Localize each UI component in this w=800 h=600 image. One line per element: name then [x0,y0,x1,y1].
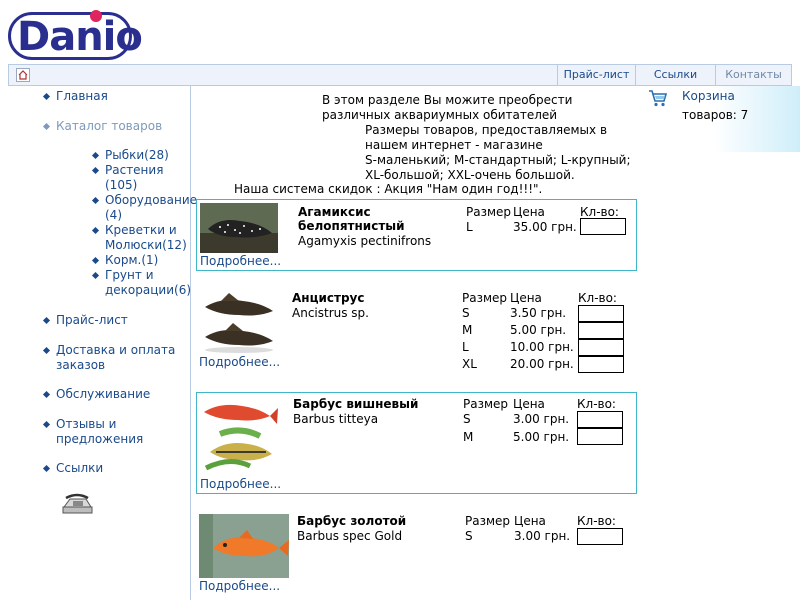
catalog-sub-food[interactable]: Корм.(1) [91,253,191,268]
product-more-link[interactable]: Подробнее... [199,355,280,369]
menu-item-feedback[interactable]: Отзывы и предложения [42,417,154,447]
qty-header: Кл-во: [577,397,616,411]
price-cell: 3.00 грн. [514,529,571,543]
phone-icon [60,493,94,518]
size-cell: S [462,306,470,320]
topnav-price-list[interactable]: Прайс-лист [557,65,635,85]
product-image[interactable] [200,203,278,253]
price-header: Цена [514,514,546,528]
price-cell: 3.00 грн. [513,412,570,426]
product-more-link[interactable]: Подробнее... [199,579,280,593]
price-header: Цена [510,291,542,305]
product-image[interactable] [199,291,277,355]
size-header: Размер [462,291,508,305]
left-sidebar: Главная Каталог товаров Рыбки(28) Растен… [0,86,197,600]
intro-line-3: Размеры товаров, предоставляемых в [365,123,608,137]
intro-line-6: XL-большой; XXL-очень большой. [365,168,575,182]
product-name[interactable]: Барбус вишневый [293,397,418,412]
price-cell: 5.00 грн. [513,430,570,444]
logo-dot [90,10,102,22]
intro-discount: Наша система скидок : Акция "Нам один го… [234,182,543,196]
product-image[interactable] [199,514,289,578]
product-card: Агамиксис белопятнистый Agamyxis pectini… [196,199,637,271]
size-header: Размер [465,514,511,528]
quantity-input[interactable] [578,305,624,322]
product-card: Барбус золотой Barbus spec Gold Подробне… [196,511,637,600]
quantity-input[interactable] [580,218,626,235]
top-navigation: Прайс-лист Ссылки Контакты [8,64,792,86]
cart-panel: Корзина товаров: 7 [642,86,800,152]
price-header: Цена [513,397,545,411]
cart-count: товаров: 7 [682,108,749,122]
product-name[interactable]: Барбус золотой [297,514,406,529]
product-name[interactable]: Анциструс [292,291,364,306]
catalog-sub-plants[interactable]: Растения (105) [91,163,191,193]
catalog-sub-equipment[interactable]: Оборудование (4) [91,193,197,223]
qty-header: Кл-во: [578,291,617,305]
product-latin-name: Barbus spec Gold [297,529,403,543]
quantity-input[interactable] [577,528,623,545]
menu-item-catalog[interactable]: Каталог товаров [42,119,162,134]
size-header: Размер [463,397,509,411]
catalog-sub-ground[interactable]: Грунт и декорации(6) [91,268,191,298]
size-cell: S [465,529,473,543]
site-logo[interactable]: Danio [8,10,143,60]
home-icon[interactable] [16,68,30,82]
product-name-line2[interactable]: белопятнистый [298,219,405,234]
product-more-link[interactable]: Подробнее... [200,477,281,491]
qty-header: Кл-во: [577,514,616,528]
size-cell: XL [462,357,477,371]
menu-item-service[interactable]: Обслуживание [42,387,150,402]
menu-item-home[interactable]: Главная [42,89,108,104]
intro-line-5: S-маленький; M-стандартный; L-крупный; [365,153,631,167]
size-cell: M [463,430,474,444]
price-cell: 10.00 грн. [510,340,574,354]
size-cell: M [462,323,473,337]
product-more-link[interactable]: Подробнее... [200,254,281,268]
size-header: Размер [466,205,512,219]
catalog-sub-fish[interactable]: Рыбки(28) [91,148,191,163]
product-image[interactable] [200,396,278,472]
product-card: Барбус вишневый Barbus titteya Подробнее… [196,392,637,494]
cart-link[interactable]: Корзина [682,89,735,103]
quantity-input[interactable] [578,322,624,339]
size-cell: L [462,340,469,354]
price-cell: 5.00 грн. [510,323,567,337]
logo-text: Danio [8,12,143,60]
menu-item-links[interactable]: Ссылки [42,461,103,476]
intro-line-4: нашем интернет - магазине [365,138,543,152]
topnav-contacts[interactable]: Контакты [715,65,791,85]
qty-header: Кл-во: [580,205,619,219]
intro-line-2: различных аквариумных обитателей [322,108,558,122]
size-cell: L [466,220,473,234]
intro-line-1: В этом разделе Вы можите преобрести [322,93,573,107]
product-card: Анциструс Ancistrus sp. Подробнее... Раз… [196,288,637,373]
product-name[interactable]: Агамиксис [298,205,371,220]
price-header: Цена [513,205,545,219]
quantity-input[interactable] [577,428,623,445]
menu-item-price-list[interactable]: Прайс-лист [42,313,128,328]
cart-icon[interactable] [648,88,668,111]
topnav-links[interactable]: Ссылки [635,65,715,85]
quantity-input[interactable] [577,411,623,428]
product-latin-name: Barbus titteya [293,412,379,426]
quantity-input[interactable] [578,339,624,356]
product-latin-name: Agamyxis pectinifrons [298,234,432,248]
product-latin-name: Ancistrus sp. [292,306,369,320]
price-cell: 20.00 грн. [510,357,574,371]
size-cell: S [463,412,471,426]
menu-item-delivery[interactable]: Доставка и оплата заказов [42,343,184,373]
catalog-sub-shrimps[interactable]: Креветки и Молюски(12) [91,223,191,253]
quantity-input[interactable] [578,356,624,373]
price-cell: 35.00 грн. [513,220,577,234]
price-cell: 3.50 грн. [510,306,567,320]
